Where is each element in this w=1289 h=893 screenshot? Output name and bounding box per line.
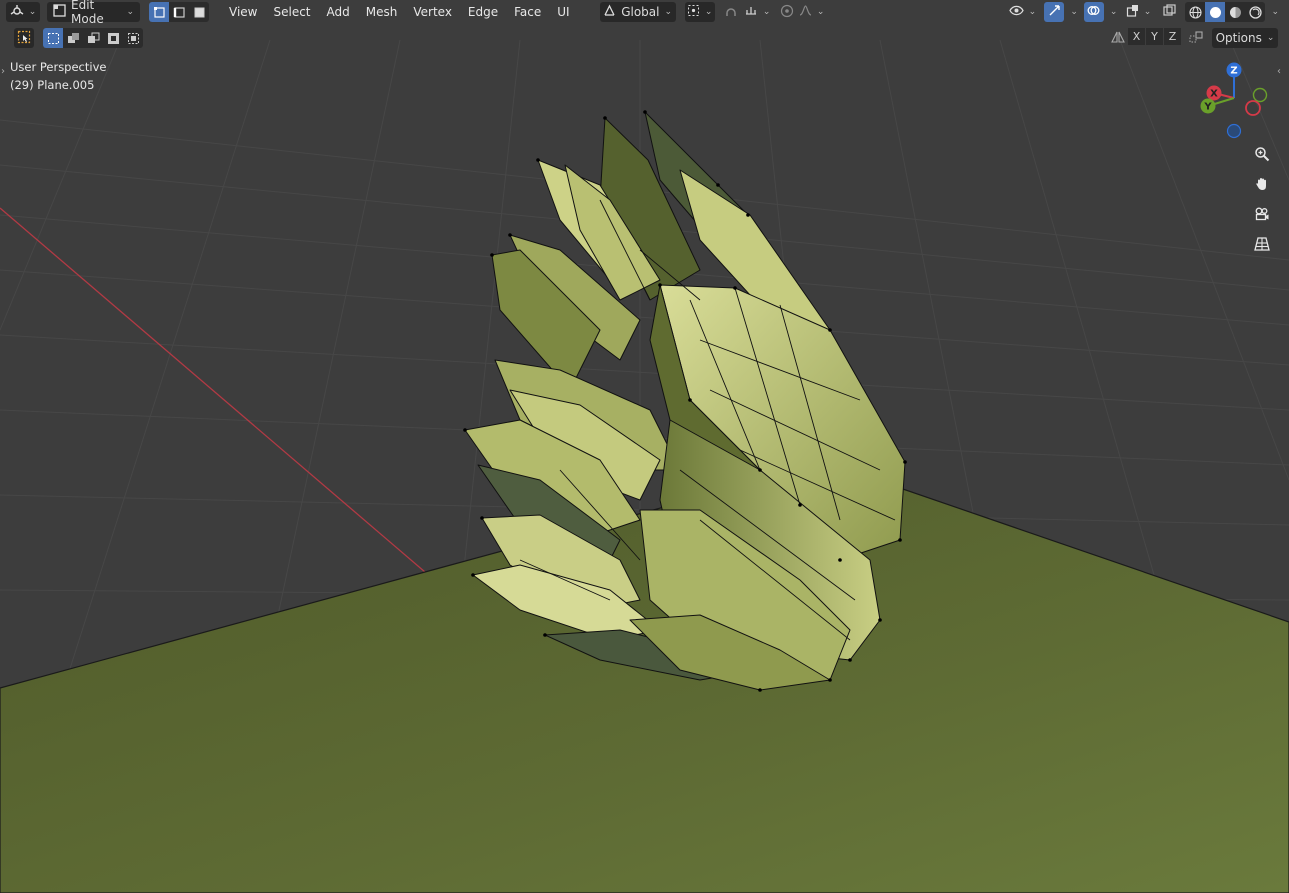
visibility-icon (1008, 4, 1024, 20)
grid-view-icon (1254, 236, 1270, 255)
gizmo-neg-x-axis[interactable] (1245, 100, 1261, 116)
navigation-gizmo[interactable]: Z X Y (1192, 58, 1276, 142)
toolbar-expand-icon[interactable]: › (1, 66, 5, 77)
select-box-icon (17, 30, 31, 47)
object-info: (29) Plane.005 (10, 78, 95, 92)
chevron-down-icon: ⌄ (816, 7, 825, 17)
proportional-edit-toggle[interactable] (777, 2, 797, 22)
falloff-dropdown[interactable]: ⌄ (797, 2, 827, 22)
chevron-down-icon: ⌄ (704, 7, 713, 17)
tool-settings-bar: X Y Z Options ⌄ (0, 27, 1289, 49)
select-new-icon[interactable] (43, 28, 63, 48)
select-intersect-icon[interactable] (123, 28, 143, 48)
menu-view[interactable]: View (221, 2, 265, 22)
menu-uv[interactable]: UI (549, 2, 577, 22)
mesh-overlay-dropdown[interactable]: ⌄ (1123, 2, 1153, 22)
overlay-toggle[interactable] (1083, 2, 1104, 22)
zoom-button[interactable] (1250, 143, 1274, 167)
chevron-down-icon: ⌄ (1028, 7, 1037, 17)
select-invert-icon[interactable] (103, 28, 123, 48)
snap-target-icon (745, 4, 758, 20)
rendered-shading-icon[interactable] (1245, 2, 1265, 22)
falloff-icon (799, 4, 812, 20)
select-extend-icon[interactable] (63, 28, 83, 48)
chevron-down-icon: ⌄ (1143, 7, 1152, 17)
gizmo-icon (1048, 4, 1061, 20)
overlay-icon (1087, 4, 1100, 20)
camera-view-button[interactable] (1250, 203, 1274, 227)
face-select-icon[interactable] (189, 2, 209, 22)
chevron-down-icon: ⌄ (664, 7, 673, 17)
gizmo-toggle[interactable] (1044, 2, 1065, 22)
view-name: User Perspective (10, 60, 107, 74)
proportional-edit-icon (780, 4, 794, 21)
perspective-toggle-button[interactable] (1250, 233, 1274, 257)
select-subtract-icon[interactable] (83, 28, 103, 48)
pan-button[interactable] (1250, 173, 1274, 197)
mirror-axis-y[interactable]: Y (1146, 28, 1163, 45)
snap-toggle[interactable] (721, 2, 741, 22)
gizmo-neg-z-axis[interactable] (1226, 123, 1242, 139)
mode-dropdown[interactable]: Edit Mode ⌄ (47, 0, 140, 26)
chevron-down-icon: ⌄ (762, 7, 771, 17)
snap-icon (724, 4, 738, 21)
editor-type-dropdown[interactable]: ⌄ (6, 2, 40, 22)
auto-merge-toggle[interactable] (1186, 28, 1206, 48)
gizmo-neg-y-axis[interactable] (1252, 87, 1268, 103)
vertex-select-icon[interactable] (149, 2, 169, 22)
gizmo-z-label: Z (1230, 66, 1237, 77)
mirror-icon (1111, 30, 1125, 47)
mode-label: Edit Mode (71, 0, 104, 26)
menu-select[interactable]: Select (265, 2, 318, 22)
mesh-overlay-icon (1126, 4, 1139, 20)
selection-mode-group (43, 28, 143, 48)
header-menu: View Select Add Mesh Vertex Edge Face UI (221, 2, 578, 22)
snap-target-dropdown[interactable]: ⌄ (743, 2, 773, 22)
chevron-down-icon[interactable]: ⌄ (1271, 7, 1279, 17)
menu-face[interactable]: Face (506, 2, 549, 22)
orientation-icon (603, 4, 616, 20)
select-box-tool[interactable] (14, 28, 34, 48)
wireframe-shading-icon[interactable] (1185, 2, 1205, 22)
3d-viewport[interactable] (0, 0, 1289, 893)
editor-type-icon (10, 4, 24, 21)
transform-pivot-icon (687, 4, 700, 20)
mirror-axis-z[interactable]: Z (1164, 28, 1181, 45)
gizmo-y-label: Y (1203, 102, 1212, 113)
zoom-icon (1254, 146, 1270, 165)
camera-icon (1254, 206, 1270, 225)
menu-add[interactable]: Add (319, 2, 358, 22)
chevron-down-icon: ⌄ (28, 7, 37, 17)
viewport-header: ⌄ Edit Mode ⌄ View Select Add Mesh Verte… (0, 0, 1289, 26)
pan-icon (1254, 176, 1270, 195)
options-dropdown[interactable]: Options ⌄ (1212, 28, 1278, 48)
sidebar-expand-icon[interactable]: ‹ (1277, 66, 1281, 77)
menu-vertex[interactable]: Vertex (405, 2, 460, 22)
gizmo-x-label: X (1210, 89, 1218, 100)
shading-mode-group (1185, 2, 1266, 22)
solid-shading-icon[interactable] (1205, 2, 1226, 22)
orientation-label: Global (621, 5, 660, 19)
visibility-dropdown[interactable]: ⌄ (1006, 2, 1038, 22)
menu-mesh[interactable]: Mesh (358, 2, 406, 22)
auto-merge-icon (1189, 30, 1203, 47)
edge-select-icon[interactable] (169, 2, 189, 22)
edit-mode-icon (53, 4, 66, 20)
chevron-down-icon: ⌄ (126, 7, 134, 17)
menu-edge[interactable]: Edge (460, 2, 506, 22)
pivot-dropdown[interactable]: ⌄ (684, 2, 715, 22)
chevron-down-icon[interactable]: ⌄ (1070, 7, 1078, 17)
mirror-toggle[interactable] (1108, 28, 1128, 48)
transform-orientation-dropdown[interactable]: Global ⌄ (599, 2, 676, 22)
select-mode-group (149, 2, 209, 22)
options-label: Options (1215, 31, 1262, 45)
chevron-down-icon[interactable]: ⌄ (1110, 7, 1118, 17)
chevron-down-icon: ⌄ (1266, 33, 1275, 43)
mirror-axis-x[interactable]: X (1128, 28, 1145, 45)
material-shading-icon[interactable] (1225, 2, 1245, 22)
xray-toggle[interactable] (1159, 2, 1179, 22)
xray-icon (1163, 4, 1176, 20)
